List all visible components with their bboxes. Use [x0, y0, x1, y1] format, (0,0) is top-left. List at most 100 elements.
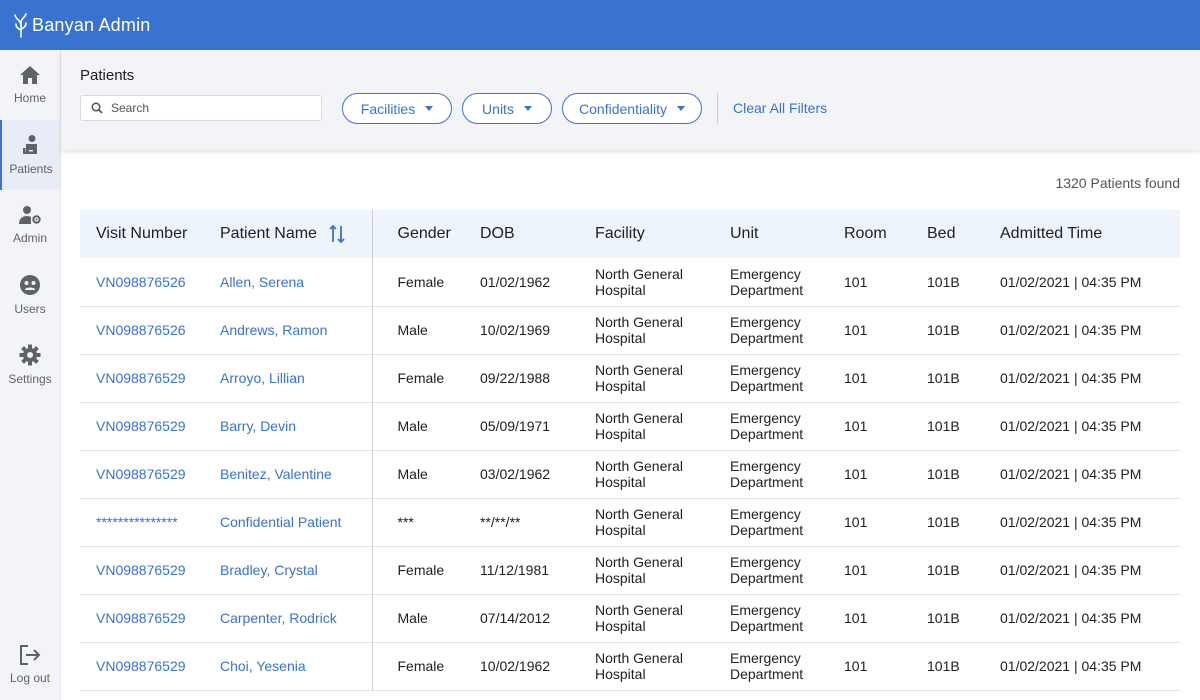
column-header-dob[interactable]: DOB — [464, 210, 579, 258]
visit-number-cell[interactable]: VN098876529 — [80, 402, 204, 451]
unit-cell: Emergency Department — [714, 546, 828, 595]
admitted-time-cell: 01/02/2021 | 04:35 PM — [984, 258, 1180, 307]
app-logo[interactable]: Banyan Admin — [12, 12, 150, 38]
column-header-gender[interactable]: Gender — [372, 210, 464, 258]
visit-number-cell[interactable]: VN098876529 — [80, 450, 204, 499]
dob-cell: **/**/** — [464, 498, 579, 547]
room-cell: 101 — [828, 594, 911, 643]
table-row[interactable]: VN098876526 Andrews, Ramon Male 10/02/1969 N… — [80, 306, 1180, 355]
patient-name-cell[interactable]: Arroyo, Lillian — [204, 354, 373, 403]
gender-cell: *** — [372, 498, 464, 547]
table-header-row: Visit Number Patient Name Gender DOB Fac… — [80, 210, 1180, 258]
gender-cell: Female — [372, 258, 464, 307]
sidebar-item-users[interactable]: Users — [0, 260, 60, 330]
patient-name-cell[interactable]: Andrews, Ramon — [204, 306, 373, 355]
table-row[interactable]: VN098876529 Barry, Devin Male 05/09/1971 Nor… — [80, 402, 1180, 451]
visit-number-cell[interactable]: VN098876529 — [80, 546, 204, 595]
dob-cell: 09/22/1988 — [464, 354, 579, 403]
visit-number-cell[interactable]: *************** — [80, 498, 204, 547]
table-row[interactable]: *************** Confidential Patient *** **… — [80, 498, 1180, 547]
dob-cell: 11/12/1981 — [464, 546, 579, 595]
room-cell: 101 — [828, 642, 911, 691]
unit-cell: Emergency Department — [714, 642, 828, 691]
sidebar-item-settings[interactable]: Settings — [0, 330, 60, 400]
clear-all-filters-link[interactable]: Clear All Filters — [733, 100, 827, 116]
caret-down-icon — [523, 106, 532, 111]
unit-cell: Emergency Department — [714, 354, 828, 403]
patient-name-cell[interactable]: Benitez, Valentine — [204, 450, 373, 499]
patient-icon — [23, 135, 37, 154]
users-icon — [20, 275, 40, 295]
room-cell: 101 — [828, 306, 911, 355]
facilities-filter[interactable]: Facilities — [342, 93, 452, 124]
column-header-label: Patient Name — [220, 225, 317, 242]
facility-cell: North General Hospital — [579, 258, 714, 307]
caret-down-icon — [676, 106, 685, 111]
dob-cell: 07/14/2012 — [464, 594, 579, 643]
gender-cell: Male — [372, 594, 464, 643]
visit-number-cell[interactable]: VN098876529 — [80, 594, 204, 643]
room-cell: 101 — [828, 402, 911, 451]
gender-cell: Female — [372, 546, 464, 595]
patient-name-cell[interactable]: Bradley, Crystal — [204, 546, 373, 595]
patient-name-cell[interactable]: Barry, Devin — [204, 402, 373, 451]
bed-cell: 101B — [911, 642, 984, 691]
app-header: Banyan Admin — [0, 0, 1200, 50]
patients-table: Visit Number Patient Name Gender DOB Fac… — [80, 210, 1180, 691]
units-filter[interactable]: Units — [462, 93, 552, 124]
column-header-room[interactable]: Room — [828, 210, 911, 258]
table-row[interactable]: VN098876529 Choi, Yesenia Female 10/02/1962… — [80, 642, 1180, 691]
visit-number-cell[interactable]: VN098876529 — [80, 354, 204, 403]
room-cell: 101 — [828, 258, 911, 307]
patient-name-cell[interactable]: Confidential Patient — [204, 498, 373, 547]
table-row[interactable]: VN098876529 Benitez, Valentine Male 03/02/1… — [80, 450, 1180, 499]
logout-button[interactable]: Log out — [0, 630, 60, 700]
sidebar-item-label: Home — [13, 91, 46, 105]
dob-cell: 10/02/1962 — [464, 642, 579, 691]
units-filter-label: Units — [482, 100, 514, 117]
sidebar-item-label: Admin — [12, 231, 47, 245]
facility-cell: North General Hospital — [579, 546, 714, 595]
table-row[interactable]: VN098876529 Bradley, Crystal Female 11/12/1… — [80, 546, 1180, 595]
sidebar: Home Patients Admin Users Settings Log o… — [0, 50, 61, 700]
facility-cell: North General Hospital — [579, 306, 714, 355]
column-header-patient-name[interactable]: Patient Name — [204, 210, 373, 258]
facility-cell: North General Hospital — [579, 594, 714, 643]
caret-down-icon — [425, 106, 434, 111]
room-cell: 101 — [828, 546, 911, 595]
sidebar-item-label: Settings — [8, 372, 52, 386]
sidebar-item-home[interactable]: Home — [0, 50, 60, 120]
admitted-time-cell: 01/02/2021 | 04:35 PM — [984, 594, 1180, 643]
patient-name-cell[interactable]: Carpenter, Rodrick — [204, 594, 373, 643]
confidentiality-filter[interactable]: Confidentiality — [562, 93, 702, 124]
search-box[interactable] — [80, 95, 322, 121]
table-row[interactable]: VN098876529 Arroyo, Lillian Female 09/22/19… — [80, 354, 1180, 403]
column-header-unit[interactable]: Unit — [714, 210, 828, 258]
table-row[interactable]: VN098876529 Carpenter, Rodrick Male 07/14/2… — [80, 594, 1180, 643]
search-icon — [91, 102, 103, 114]
visit-number-cell[interactable]: VN098876529 — [80, 642, 204, 691]
sort-icon[interactable] — [329, 224, 345, 244]
patient-name-cell[interactable]: Choi, Yesenia — [204, 642, 373, 691]
visit-number-cell[interactable]: VN098876526 — [80, 306, 204, 355]
gear-icon — [19, 344, 41, 366]
admitted-time-cell: 01/02/2021 | 04:35 PM — [984, 546, 1180, 595]
bed-cell: 101B — [911, 498, 984, 547]
column-header-facility[interactable]: Facility — [579, 210, 714, 258]
visit-number-cell[interactable]: VN098876526 — [80, 258, 204, 307]
sidebar-item-label: Patients — [9, 162, 53, 176]
column-header-visit-number[interactable]: Visit Number — [80, 210, 204, 258]
sidebar-item-admin[interactable]: Admin — [0, 190, 60, 260]
room-cell: 101 — [828, 450, 911, 499]
unit-cell: Emergency Department — [714, 498, 828, 547]
column-header-admitted-time[interactable]: Admitted Time — [984, 210, 1180, 258]
dob-cell: 01/02/1962 — [464, 258, 579, 307]
dob-cell: 05/09/1971 — [464, 402, 579, 451]
patient-name-cell[interactable]: Allen, Serena — [204, 258, 373, 307]
table-row[interactable]: VN098876526 Allen, Serena Female 01/02/1962… — [80, 258, 1180, 307]
facility-cell: North General Hospital — [579, 354, 714, 403]
bed-cell: 101B — [911, 450, 984, 499]
sidebar-item-patients[interactable]: Patients — [0, 120, 60, 190]
search-input[interactable] — [111, 101, 311, 115]
column-header-bed[interactable]: Bed — [911, 210, 984, 258]
